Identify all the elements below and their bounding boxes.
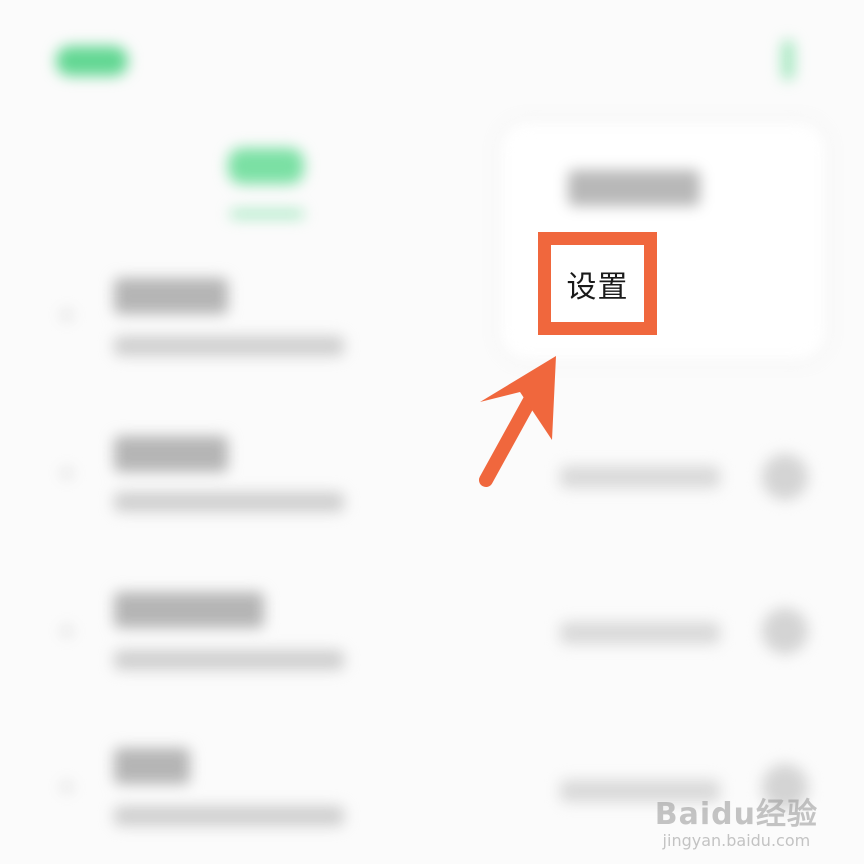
watermark-url: jingyan.baidu.com xyxy=(662,831,811,850)
arrow-up-right-icon xyxy=(479,356,556,487)
watermark-brand: Baidu经验 xyxy=(654,797,818,832)
watermark: Baidu经验 jingyan.baidu.com xyxy=(655,789,818,850)
